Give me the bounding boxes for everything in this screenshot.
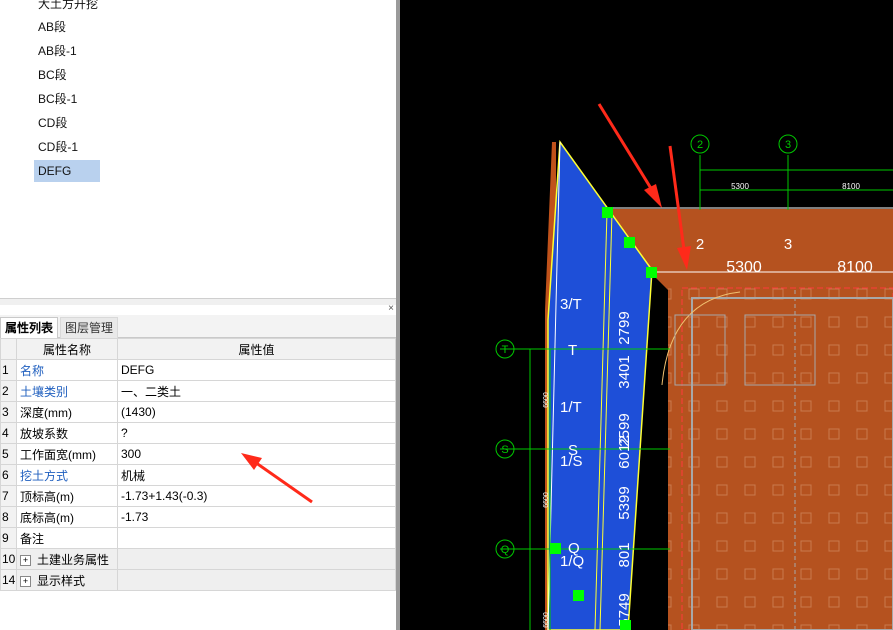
small-dim-text: 6600 [543,492,550,508]
red-arrow-head [241,453,262,470]
cad-drawing-canvas[interactable]: 2 3 T S Q 5300 8100 2 3 5300 8100 3/T T … [400,0,893,630]
red-arrow-shaft [251,458,313,504]
dim-text-vertical: 6012 [616,435,633,468]
grip-handle[interactable] [550,543,561,554]
pile-pattern [668,285,893,630]
annotation-overlay-left [241,453,313,504]
dim-text-large: 5300 [726,259,762,276]
small-dim-text: 6600 [543,612,550,628]
axis-label: 3 [785,139,791,151]
gridline-label: T [568,342,577,359]
axis-label-large: 2 [696,236,704,253]
cad-drawing[interactable]: 2 3 T S Q 5300 8100 2 3 5300 8100 3/T T … [400,0,893,630]
grip-handle[interactable] [602,207,613,218]
axis-label: S [501,444,508,456]
dim-text: 8100 [842,182,860,191]
gridline-label: 1/Q [560,553,584,570]
axis-label: 2 [697,139,703,151]
dim-text-vertical: 5399 [616,486,633,519]
small-dim-text: 6600 [543,392,550,408]
dim-text-vertical: 801 [616,542,633,567]
gridline-label: 3/T [560,296,582,313]
dim-text-vertical: 3401 [616,355,633,388]
grip-handle[interactable] [620,620,631,630]
grip-handle[interactable] [624,237,635,248]
gridline-label: 1/T [560,399,582,416]
gridline-label: 1/S [560,453,583,470]
grip-handle[interactable] [646,267,657,278]
axis-label: Q [501,544,510,556]
dim-text: 5300 [731,182,749,191]
dim-text-large: 8100 [837,259,873,276]
grip-handle[interactable] [573,590,584,601]
dim-text-vertical: 2799 [616,311,633,344]
axis-label-large: 3 [784,236,792,253]
red-arrow-head [644,184,662,208]
axis-label: T [502,344,509,356]
red-arrow-shaft [597,103,654,191]
properties-side-panel: 大土方开挖 AB段 AB段-1 BC段 BC段-1 CD段 CD段-1 DEFG… [0,0,400,630]
